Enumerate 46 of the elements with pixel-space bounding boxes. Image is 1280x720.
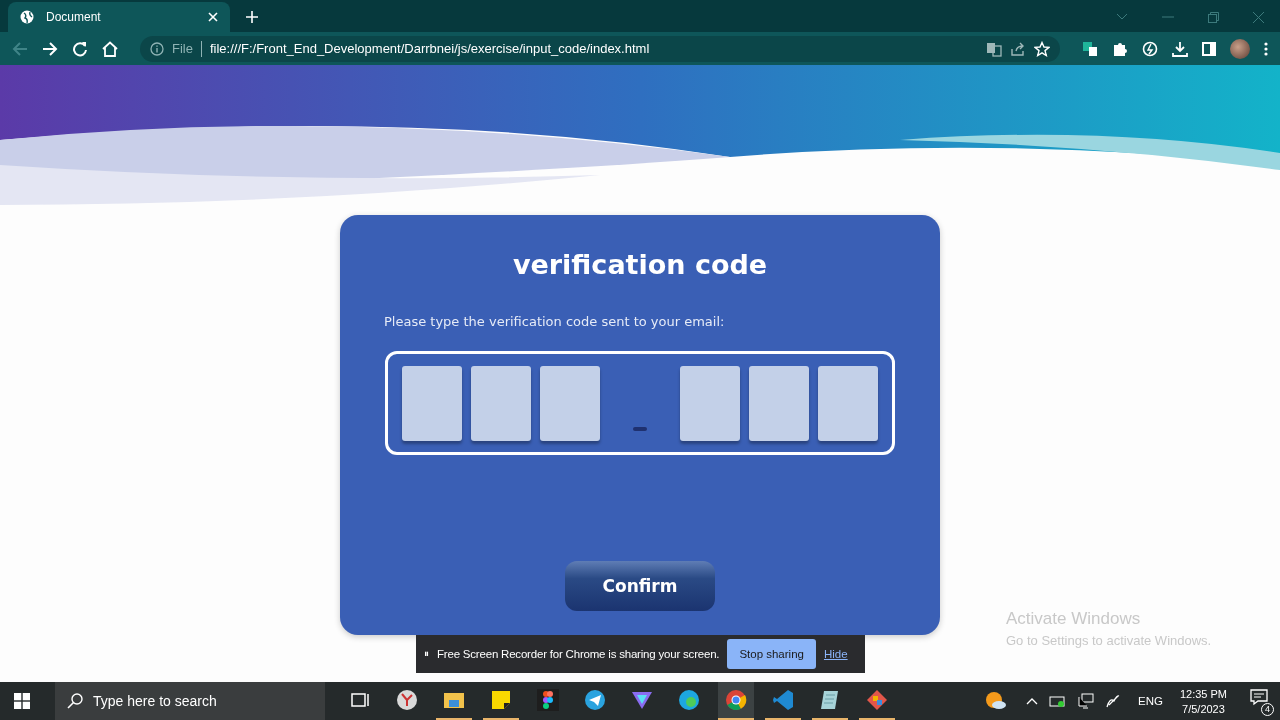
pause-icon[interactable]: ⏸ xyxy=(424,648,429,660)
share-icon[interactable] xyxy=(1010,40,1026,57)
chevron-down-icon[interactable] xyxy=(1116,13,1128,21)
star-icon[interactable] xyxy=(1034,40,1050,57)
avatar[interactable] xyxy=(1230,38,1250,59)
digit-input-field[interactable] xyxy=(749,365,809,441)
scheme-label: File xyxy=(172,41,193,56)
card-title: verification code xyxy=(512,249,768,280)
notification-icon xyxy=(1250,688,1268,706)
side-panel-icon[interactable] xyxy=(1202,41,1216,56)
info-icon[interactable] xyxy=(150,41,164,56)
digit-input-field[interactable] xyxy=(471,365,531,441)
search-icon xyxy=(67,693,83,709)
restore-icon[interactable] xyxy=(1208,11,1219,23)
address-bar[interactable]: File file:///F:/Front_End_Development/Darrbnei/js/exercise/input_code/index.html xyxy=(140,35,1060,62)
digit-input-field[interactable] xyxy=(680,365,740,441)
notifications-button[interactable]: 4 xyxy=(1244,686,1274,716)
globe-icon xyxy=(20,10,34,24)
clock[interactable]: 12:35 PM 7/5/2023 xyxy=(1179,687,1227,715)
taskbar-search-field[interactable]: Type here to search xyxy=(55,682,325,720)
confirm-button[interactable]: Confirm xyxy=(565,561,715,611)
digit-input-field[interactable] xyxy=(402,365,462,441)
digit-input-field[interactable] xyxy=(818,365,878,441)
sharing-message: Free Screen Recorder for Chrome is sharing your screen. xyxy=(437,648,720,660)
weather-icon[interactable] xyxy=(985,690,1007,712)
browser-tab[interactable]: Document xyxy=(8,2,230,32)
digit-input-field[interactable] xyxy=(540,365,600,441)
instruction-text: Please type the verification code sent to your email: xyxy=(384,314,725,329)
separator-dash xyxy=(633,427,647,431)
home-icon[interactable] xyxy=(102,40,118,57)
reload-icon[interactable] xyxy=(72,40,88,57)
hide-link[interactable]: Hide xyxy=(823,648,848,660)
puzzle-icon[interactable] xyxy=(1112,40,1128,57)
windows-start-icon[interactable] xyxy=(14,693,30,709)
chevron-up-icon[interactable] xyxy=(1026,697,1038,705)
network-icon[interactable] xyxy=(1078,693,1094,709)
url-text: file:///F:/Front_End_Development/Darrbnei/js/exercise/input_code/index.html xyxy=(209,41,650,56)
menu-icon[interactable] xyxy=(1264,41,1268,56)
notification-count: 4 xyxy=(1261,703,1274,716)
pen-icon[interactable] xyxy=(1105,693,1121,709)
download-icon[interactable] xyxy=(1172,40,1188,57)
stop-sharing-button[interactable]: Stop sharing xyxy=(727,639,816,669)
language-indicator[interactable]: ENG xyxy=(1138,695,1163,707)
chrome-app-icon[interactable] xyxy=(718,682,754,720)
new-tab-icon[interactable] xyxy=(246,11,258,23)
forward-icon[interactable] xyxy=(42,40,58,57)
